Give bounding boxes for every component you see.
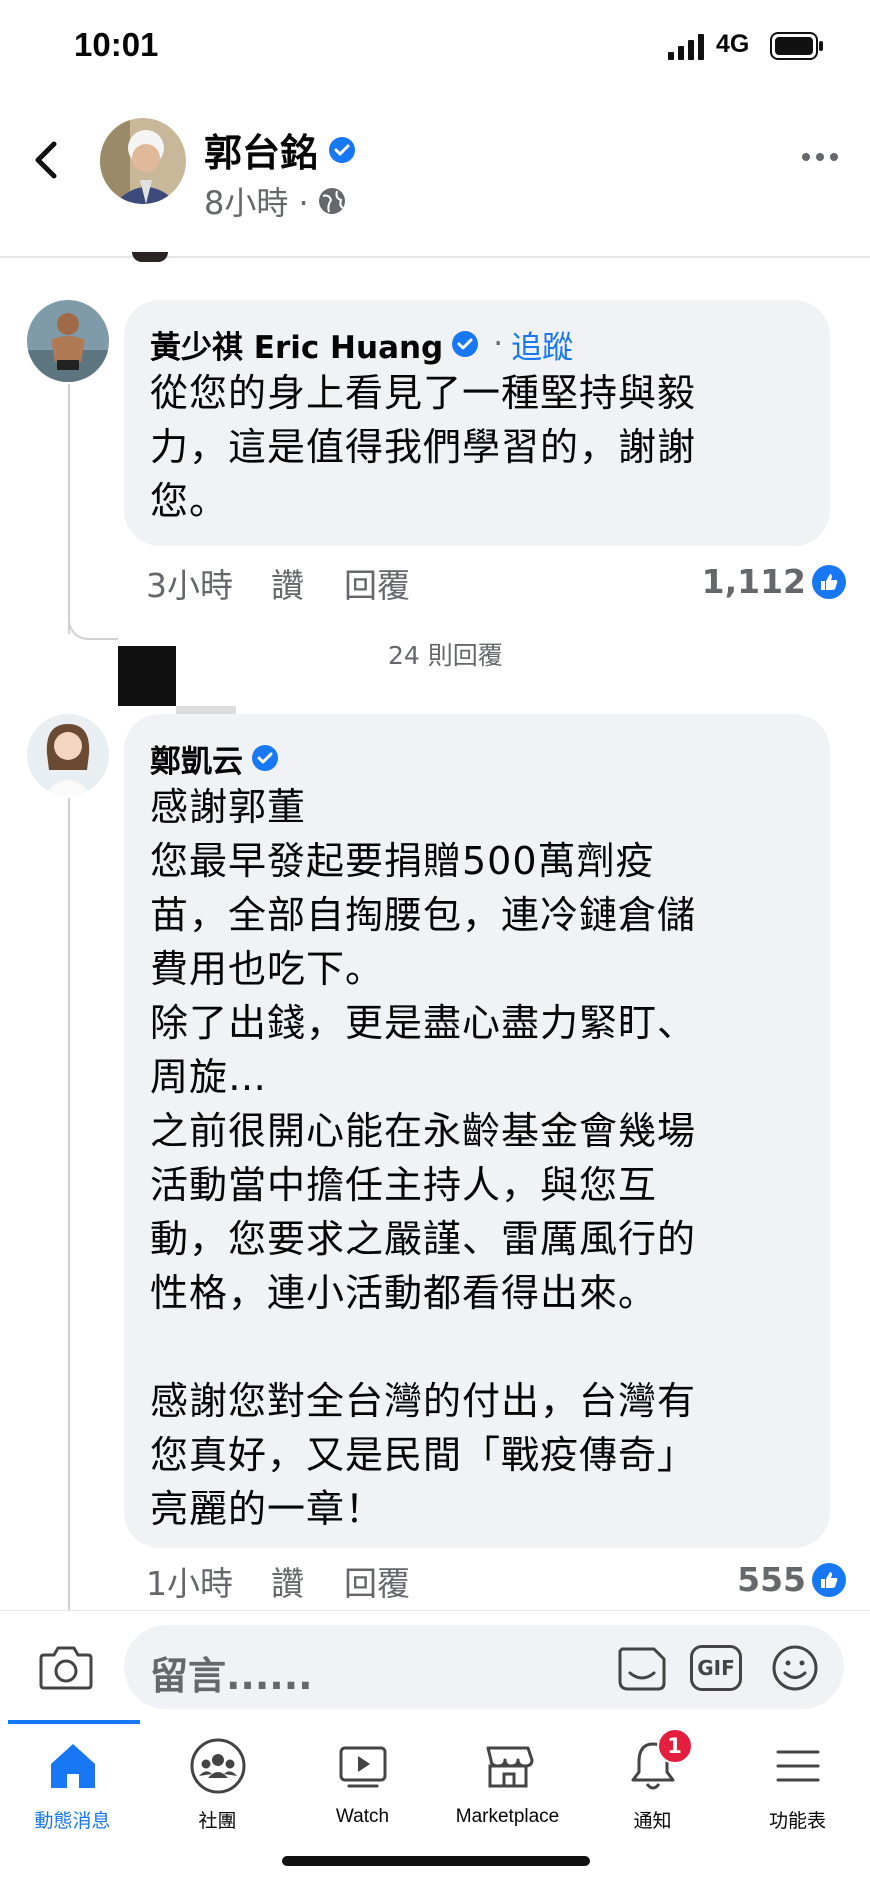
- avatar[interactable]: [100, 118, 186, 204]
- groups-icon: [190, 1738, 245, 1794]
- verified-badge-icon: [252, 745, 278, 771]
- reaction-count[interactable]: 555: [737, 1560, 846, 1599]
- reply-avatar[interactable]: [118, 646, 176, 706]
- bell-icon-wrapper: 1: [623, 1728, 693, 1796]
- more-options-icon[interactable]: [800, 142, 840, 172]
- comment-input-placeholder: 留言......: [150, 1654, 313, 1698]
- camera-icon[interactable]: [38, 1641, 94, 1691]
- comment-author-row: 黃少祺 Eric Huang · 追蹤: [150, 322, 806, 366]
- status-bar: 10:01 4G: [0, 0, 870, 90]
- nav-item-menu[interactable]: 功能表: [725, 1730, 870, 1840]
- nav-label: Watch: [335, 1806, 390, 1827]
- comment-time: 3小時: [146, 566, 233, 605]
- signal-icon: [668, 34, 704, 60]
- nav-label: 功能表: [768, 1811, 826, 1832]
- home-indicator: [282, 1856, 590, 1866]
- post-time: 8小時 ·: [204, 184, 309, 222]
- reaction-count-text: 1,112: [701, 562, 806, 601]
- comment-actions: 1小時 讚 回覆 555: [146, 1556, 846, 1606]
- comment-text: 從您的身上看見了一種堅持與毅 力，這是值得我們學習的，謝謝 您。: [150, 371, 697, 523]
- nav-label: Marketplace: [455, 1806, 560, 1827]
- marketplace-icon: [486, 1746, 533, 1788]
- network-type: 4G: [716, 30, 750, 58]
- gif-button[interactable]: GIF: [690, 1645, 742, 1691]
- active-tab-indicator: [8, 1720, 140, 1724]
- gif-label: GIF: [697, 1656, 735, 1680]
- nav-item-marketplace[interactable]: Marketplace: [435, 1730, 580, 1840]
- comment-composer: 留言...... GIF: [0, 1610, 870, 1720]
- nav-item-news-feed[interactable]: 動態消息: [0, 1730, 145, 1840]
- post-meta: 8小時 ·: [204, 178, 347, 224]
- globe-icon: [318, 188, 345, 214]
- status-time: 10:01: [74, 26, 159, 63]
- like-button[interactable]: 讚: [271, 559, 304, 607]
- reaction-count-text: 555: [737, 1560, 806, 1599]
- nav-label: 動態消息: [34, 1811, 111, 1832]
- nav-label: 社團: [198, 1811, 237, 1832]
- page-name-text: 郭台銘: [204, 131, 319, 175]
- sticker-icon[interactable]: [614, 1643, 670, 1693]
- watch-icon: [339, 1746, 386, 1788]
- verified-badge-icon: [452, 331, 479, 357]
- comment-time: 1小時: [146, 1564, 233, 1603]
- like-reaction-icon: [812, 1562, 846, 1597]
- comment-text: 感謝郭董 您最早發起要捐贈500萬劑疫 苗，全部自掏腰包，連冷鏈倉儲 費用也吃下…: [150, 785, 697, 1531]
- menu-icon: [776, 1750, 819, 1782]
- like-reaction-icon: [812, 564, 846, 599]
- comment-author[interactable]: 黃少祺 Eric Huang: [150, 322, 443, 367]
- avatar[interactable]: [27, 300, 109, 382]
- comment-author[interactable]: 鄭凱云: [150, 736, 243, 781]
- comment-bubble[interactable]: 黃少祺 Eric Huang · 追蹤 從您的身上看見了一種堅持與毅 力，這是值…: [124, 300, 830, 546]
- battery-icon: [770, 32, 823, 60]
- avatar[interactable]: [27, 714, 109, 796]
- back-button[interactable]: [30, 130, 70, 190]
- previous-comment-avatar-fragment: [132, 252, 168, 262]
- reaction-count[interactable]: 1,112: [702, 562, 846, 601]
- comment-bubble[interactable]: 鄭凱云 感謝郭董 您最早發起要捐贈500萬劑疫 苗，全部自掏腰包，連冷鏈倉儲 費…: [124, 714, 830, 1548]
- thread-line: [68, 798, 70, 1610]
- comment-author-row: 鄭凱云: [150, 736, 806, 780]
- separator-dot: ·: [493, 326, 504, 362]
- nav-item-groups[interactable]: 社團: [145, 1730, 290, 1840]
- page-name[interactable]: 郭台銘: [204, 122, 356, 177]
- reply-button[interactable]: 回覆: [344, 1557, 410, 1605]
- thread-connector: [68, 600, 118, 640]
- chevron-left-icon: [35, 141, 57, 179]
- view-replies-link[interactable]: 24 則回覆: [388, 636, 503, 672]
- follow-button[interactable]: 追蹤: [511, 322, 573, 367]
- verified-badge-icon: [329, 136, 356, 163]
- like-button[interactable]: 讚: [271, 1557, 304, 1605]
- post-header: 郭台銘 8小時 ·: [0, 100, 870, 258]
- comment-actions: 3小時 讚 回覆 1,112: [146, 558, 846, 608]
- nav-label: 通知: [633, 1811, 672, 1832]
- comment-input[interactable]: 留言...... GIF: [124, 1625, 844, 1709]
- nav-item-notifications[interactable]: 1 通知: [580, 1728, 725, 1840]
- nav-item-watch[interactable]: Watch: [290, 1730, 435, 1840]
- emoji-icon[interactable]: [770, 1643, 820, 1693]
- notification-badge: 1: [656, 1728, 693, 1764]
- reply-button[interactable]: 回覆: [344, 559, 410, 607]
- home-icon: [50, 1744, 95, 1788]
- thread-line: [68, 384, 70, 634]
